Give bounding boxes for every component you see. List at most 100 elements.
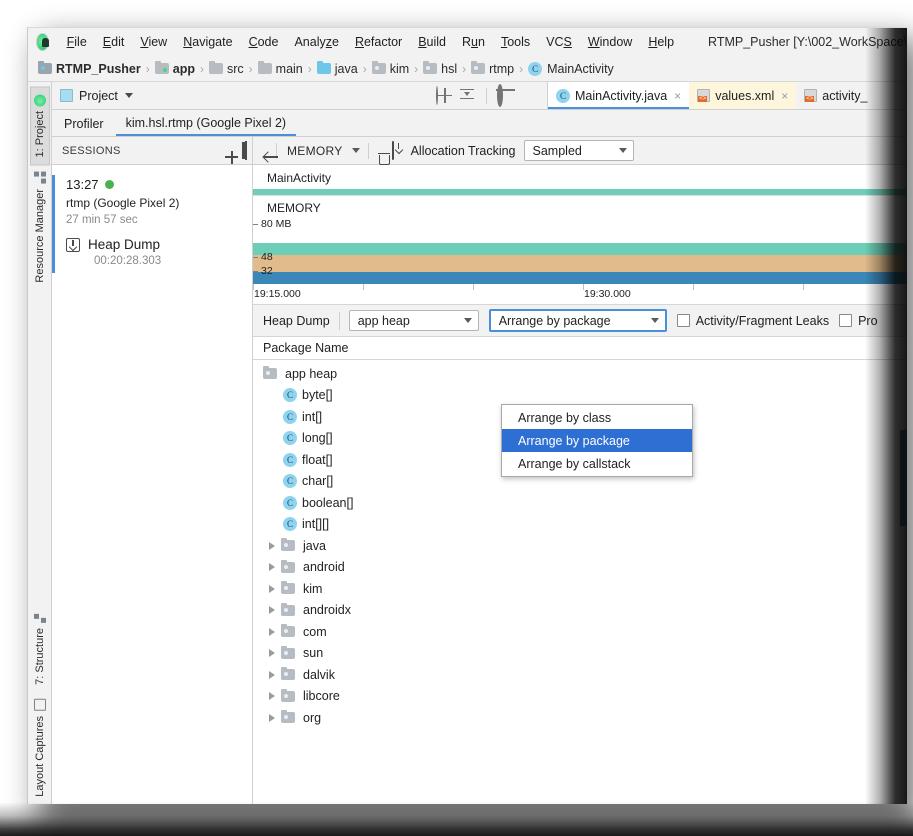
breadcrumb-item-hsl[interactable]: hsl [423, 61, 457, 76]
export-heap-dump-icon[interactable] [391, 140, 394, 160]
chevron-down-icon[interactable] [351, 148, 360, 153]
session-time: 13:27 [66, 177, 99, 192]
menu-vcs[interactable]: VCS [538, 32, 580, 52]
close-icon[interactable]: × [674, 89, 681, 103]
chevron-right-icon[interactable] [269, 649, 275, 658]
sidebar-item-project[interactable]: 1: Project [29, 86, 50, 166]
table-row[interactable]: com [253, 621, 907, 643]
arrange-dropdown-menu: Arrange by class Arrange by package Arra… [501, 404, 693, 477]
breadcrumb-item-main[interactable]: main [257, 61, 303, 76]
tab-mainactivity-java[interactable]: C MainActivity.java × [548, 82, 690, 109]
table-row[interactable]: kim [253, 578, 907, 600]
memory-chart[interactable]: MEMORY 80 MB 48 32 [253, 196, 907, 306]
allocation-tracking-select[interactable]: Sampled [523, 140, 634, 161]
tree-scrollbar-thumb[interactable] [900, 430, 907, 526]
gear-icon[interactable] [497, 83, 515, 107]
menu-build[interactable]: Build [410, 32, 454, 52]
android-studio-window: FFileile Edit View Navigate Code Analyze… [27, 27, 907, 804]
breadcrumb-separator: › [199, 61, 204, 76]
chevron-right-icon[interactable] [269, 713, 275, 722]
breadcrumb-separator: › [414, 61, 419, 76]
arrange-select[interactable]: Arrange by package [488, 309, 667, 332]
chevron-right-icon[interactable] [269, 584, 275, 593]
chevron-right-icon[interactable] [269, 670, 275, 679]
menu-window[interactable]: Window [580, 32, 640, 52]
menu-item-arrange-by-package[interactable]: Arrange by package [502, 429, 692, 452]
heap-select[interactable]: app heap [348, 310, 479, 331]
chevron-right-icon[interactable] [269, 563, 275, 572]
table-row[interactable]: androidx [253, 600, 907, 622]
close-icon[interactable]: × [781, 89, 788, 103]
stage-selector-label[interactable]: MEMORY [287, 144, 343, 158]
tab-label: activity_ [822, 88, 868, 103]
menu-analyze[interactable]: Analyze [286, 32, 346, 52]
sessions-panel: 13:27 rtmp (Google Pixel 2) 27 min 57 se… [52, 165, 253, 804]
chevron-right-icon[interactable] [269, 627, 275, 636]
breadcrumb-item-rtmp[interactable]: rtmp [471, 61, 514, 76]
menu-file[interactable]: FFileile [59, 32, 95, 52]
chevron-right-icon[interactable] [269, 692, 275, 701]
row-label: libcore [303, 689, 340, 704]
breadcrumb-item-java[interactable]: java [316, 61, 358, 76]
table-row[interactable]: libcore [253, 686, 907, 708]
session-device: rtmp (Google Pixel 2) [66, 196, 180, 210]
tab-label: MainActivity.java [575, 88, 668, 103]
chevron-down-icon [618, 148, 627, 153]
package-folder-icon [471, 61, 486, 74]
java-class-icon: C [556, 88, 570, 103]
table-row[interactable]: C byte[] [253, 385, 907, 407]
breadcrumb-item-app[interactable]: app [154, 61, 195, 76]
collapse-all-icon[interactable] [460, 87, 478, 105]
minimize-icon[interactable] [521, 87, 539, 105]
chevron-right-icon[interactable] [269, 541, 275, 550]
breadcrumb-separator: › [519, 61, 524, 76]
row-label: com [303, 624, 327, 639]
menu-tools[interactable]: Tools [493, 32, 538, 52]
tab-activity-xml[interactable]: activity_ [796, 82, 875, 109]
tree-scrollbar[interactable] [899, 428, 907, 678]
breadcrumb-label: src [226, 61, 244, 76]
menu-code[interactable]: Code [241, 32, 287, 52]
sidebar-item-layout-captures[interactable]: Layout Captures [31, 692, 49, 804]
package-folder-icon [281, 624, 295, 638]
menu-item-arrange-by-class[interactable]: Arrange by class [502, 406, 692, 429]
breadcrumb-label: kim [389, 61, 410, 76]
session-live-indicator-icon [104, 180, 114, 189]
activity-timeline-row[interactable]: MainActivity [253, 165, 907, 196]
table-row[interactable]: dalvik [253, 664, 907, 686]
menu-item-arrange-by-callstack[interactable]: Arrange by callstack [502, 452, 692, 475]
chevron-down-icon[interactable] [124, 93, 133, 98]
table-row[interactable]: sun [253, 643, 907, 665]
toggle-panel-icon[interactable] [245, 140, 247, 160]
table-row[interactable]: C int[][] [253, 514, 907, 536]
breadcrumb-item-src[interactable]: src [208, 61, 244, 76]
session-item[interactable]: 13:27 rtmp (Google Pixel 2) 27 min 57 se… [52, 175, 252, 273]
menu-navigate[interactable]: Navigate [175, 32, 240, 52]
breadcrumb-item-mainactivity[interactable]: C MainActivity [528, 61, 614, 76]
menu-run[interactable]: Run [454, 32, 493, 52]
locate-icon[interactable] [436, 85, 454, 105]
menu-view[interactable]: View [132, 32, 175, 52]
chevron-down-icon [463, 318, 472, 323]
partial-checkbox[interactable] [839, 314, 853, 327]
chevron-right-icon[interactable] [269, 606, 275, 615]
table-row[interactable]: android [253, 557, 907, 579]
table-row[interactable]: java [253, 535, 907, 557]
activity-fragment-leaks-checkbox[interactable] [676, 314, 690, 327]
menu-edit[interactable]: Edit [95, 32, 133, 52]
memory-profiler-panel: MainActivity MEMORY 80 MB 48 32 19:15.00… [253, 165, 907, 804]
sidebar-item-resource-manager[interactable]: Resource Manager [31, 165, 49, 290]
table-row[interactable]: org [253, 707, 907, 729]
menu-refactor[interactable]: Refactor [347, 32, 410, 52]
axis-tick [693, 284, 694, 290]
tab-values-xml[interactable]: values.xml × [689, 82, 797, 109]
menu-help[interactable]: Help [640, 32, 682, 52]
tab-profiler-session[interactable]: kim.hsl.rtmp (Google Pixel 2) [115, 116, 297, 136]
table-row[interactable]: C boolean[] [253, 492, 907, 514]
table-row[interactable]: app heap [253, 363, 907, 385]
heap-dump-item[interactable]: Heap Dump [66, 237, 252, 252]
sidebar-item-structure[interactable]: 7: Structure [31, 604, 49, 692]
breadcrumb-item-rtmp-pusher[interactable]: RTMP_Pusher [38, 61, 141, 76]
resource-squares-icon [33, 172, 46, 185]
breadcrumb-item-kim[interactable]: kim [371, 61, 410, 76]
